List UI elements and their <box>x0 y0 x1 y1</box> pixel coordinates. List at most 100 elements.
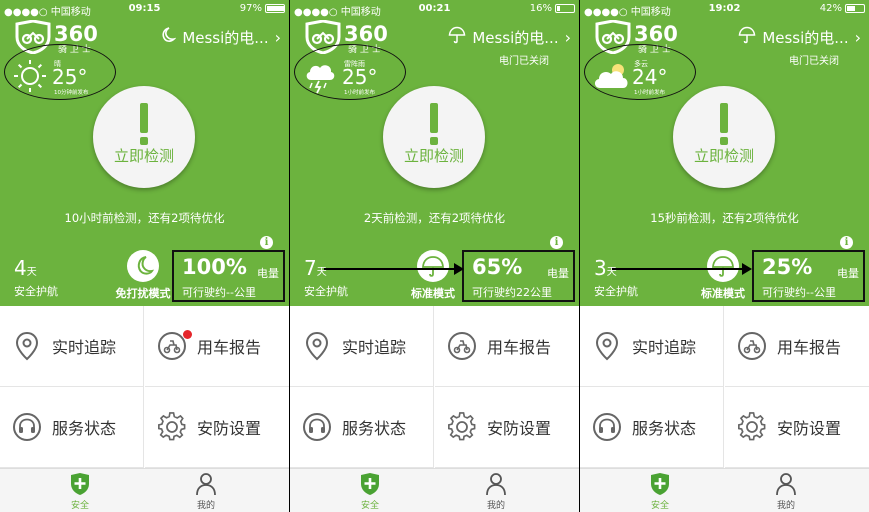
vehicle-name: Messi的电... <box>762 28 849 47</box>
mode-toggle[interactable]: 免打扰模式 <box>108 250 178 301</box>
battery-percentage: 100% <box>182 255 247 279</box>
battery-level-box: 100% 电量 可行驶约--公里 <box>172 250 285 302</box>
menu-realtime-tracking[interactable]: 实时追踪 <box>580 306 724 387</box>
vehicle-selector[interactable]: Messi的电... › <box>448 26 571 48</box>
svg-text:360: 360 <box>634 22 678 46</box>
phone-screen-2: ●●●●○ 中国移动 00:21 16% 360 骑 卫 士 Messi的电..… <box>290 0 579 512</box>
tab-safe[interactable]: 安全 <box>630 472 690 511</box>
menu-label: 用车报告 <box>487 338 552 357</box>
svg-text:360: 360 <box>344 22 388 46</box>
check-now-label: 立即检测 <box>693 147 754 165</box>
tab-label: 安全 <box>70 501 89 511</box>
vehicle-selector[interactable]: Messi的电... › <box>158 26 281 48</box>
exclamation-dot <box>430 137 438 145</box>
tab-mine[interactable]: 我的 <box>176 472 236 511</box>
tab-mine[interactable]: 我的 <box>466 472 526 511</box>
check-now-button[interactable]: 立即检测 <box>673 86 775 188</box>
menu-label: 安防设置 <box>197 419 262 438</box>
bottom-tab-bar: 安全 我的 <box>580 468 869 512</box>
tab-label: 我的 <box>776 501 795 511</box>
mode-toggle[interactable]: 标准模式 <box>688 250 758 301</box>
menu-realtime-tracking[interactable]: 实时追踪 <box>290 306 434 387</box>
mode-label: 标准模式 <box>411 287 455 300</box>
highlight-ellipse <box>584 44 696 100</box>
menu-security-settings[interactable]: 安防设置 <box>145 387 289 468</box>
chevron-right-icon: › <box>854 27 861 47</box>
status-battery: 16% <box>530 3 575 14</box>
mode-label: 免打扰模式 <box>115 287 171 300</box>
safe-days-unit: 天 <box>26 267 37 278</box>
menu-ride-report[interactable]: 用车报告 <box>435 306 579 387</box>
headset-icon <box>303 413 331 441</box>
menu-label: 服务状态 <box>52 419 117 438</box>
umbrella-icon <box>448 26 466 48</box>
umbrella-icon <box>417 250 449 282</box>
info-icon[interactable]: i <box>260 236 273 249</box>
umbrella-icon <box>707 250 739 282</box>
user-icon <box>776 473 796 496</box>
highlight-ellipse <box>294 44 406 100</box>
check-now-button[interactable]: 立即检测 <box>383 86 485 188</box>
check-now-label: 立即检测 <box>113 147 174 165</box>
battery-icon <box>555 4 575 13</box>
info-icon[interactable]: i <box>840 236 853 249</box>
chevron-right-icon: › <box>564 27 571 47</box>
safe-days-count: 4 <box>14 256 27 280</box>
safe-days-label: 安全护航 <box>14 285 58 298</box>
door-status: 电门已关闭 <box>789 56 839 67</box>
status-bar: ●●●●○ 中国移动 19:02 42% <box>584 3 865 18</box>
safe-days-label: 安全护航 <box>304 285 348 298</box>
safe-days-count: 3 <box>594 256 607 280</box>
feature-grid: 实时追踪 用车报告 服务状态 安防设置 <box>0 306 289 468</box>
headset-icon <box>593 413 621 441</box>
check-now-label: 立即检测 <box>403 147 464 165</box>
phone-screen-3: ●●●●○ 中国移动 19:02 42% 360 骑 卫 士 Messi的电..… <box>580 0 869 512</box>
scooter-report-icon <box>448 332 476 360</box>
highlight-ellipse <box>4 44 116 100</box>
headset-icon <box>13 413 41 441</box>
tab-label: 我的 <box>196 501 215 511</box>
status-battery-label: 16% <box>529 3 552 14</box>
tab-safe[interactable]: 安全 <box>340 472 400 511</box>
feature-grid: 实时追踪 用车报告 服务状态 安防设置 <box>580 306 869 468</box>
tab-safe[interactable]: 安全 <box>50 472 110 511</box>
menu-label: 安防设置 <box>487 419 552 438</box>
last-check-text: 2天前检测，还有2项待优化 <box>363 211 506 225</box>
dashboard-header: ●●●●○ 中国移动 00:21 16% 360 骑 卫 士 Messi的电..… <box>290 0 579 306</box>
status-battery-label: 42% <box>819 3 842 14</box>
menu-realtime-tracking[interactable]: 实时追踪 <box>0 306 144 387</box>
mode-toggle[interactable]: 标准模式 <box>398 250 468 301</box>
exclamation-icon <box>430 103 438 133</box>
vehicle-name: Messi的电... <box>472 28 559 47</box>
menu-label: 实时追踪 <box>342 338 407 357</box>
menu-ride-report[interactable]: 用车报告 <box>145 306 289 387</box>
status-battery: 42% <box>820 3 865 14</box>
menu-security-settings[interactable]: 安防设置 <box>725 387 869 468</box>
safe-days-count: 7 <box>304 256 317 280</box>
bottom-tab-bar: 安全 我的 <box>0 468 289 512</box>
annotation-arrow <box>612 263 752 275</box>
menu-label: 实时追踪 <box>52 338 117 357</box>
menu-service-status[interactable]: 服务状态 <box>290 387 434 468</box>
menu-security-settings[interactable]: 安防设置 <box>435 387 579 468</box>
range-estimate: 可行驶约--公里 <box>762 286 836 299</box>
menu-service-status[interactable]: 服务状态 <box>580 387 724 468</box>
moon-icon <box>127 250 159 282</box>
bottom-tab-bar: 安全 我的 <box>290 468 579 512</box>
battery-icon <box>845 4 865 13</box>
info-icon[interactable]: i <box>550 236 563 249</box>
last-check-text: 15秒前检测，还有2项待优化 <box>650 211 799 225</box>
tab-mine[interactable]: 我的 <box>756 472 816 511</box>
menu-service-status[interactable]: 服务状态 <box>0 387 144 468</box>
exclamation-dot <box>720 137 728 145</box>
vehicle-selector[interactable]: Messi的电... › <box>738 26 861 48</box>
gear-icon <box>738 412 766 441</box>
battery-label: 电量 <box>547 267 569 280</box>
range-estimate: 可行驶约22公里 <box>472 286 552 299</box>
check-now-button[interactable]: 立即检测 <box>93 86 195 188</box>
status-bar: ●●●●○ 中国移动 00:21 16% <box>294 3 575 18</box>
battery-label: 电量 <box>257 267 279 280</box>
menu-ride-report[interactable]: 用车报告 <box>725 306 869 387</box>
gear-icon <box>158 412 186 441</box>
last-check-text: 10小时前检测，还有2项待优化 <box>64 211 225 225</box>
